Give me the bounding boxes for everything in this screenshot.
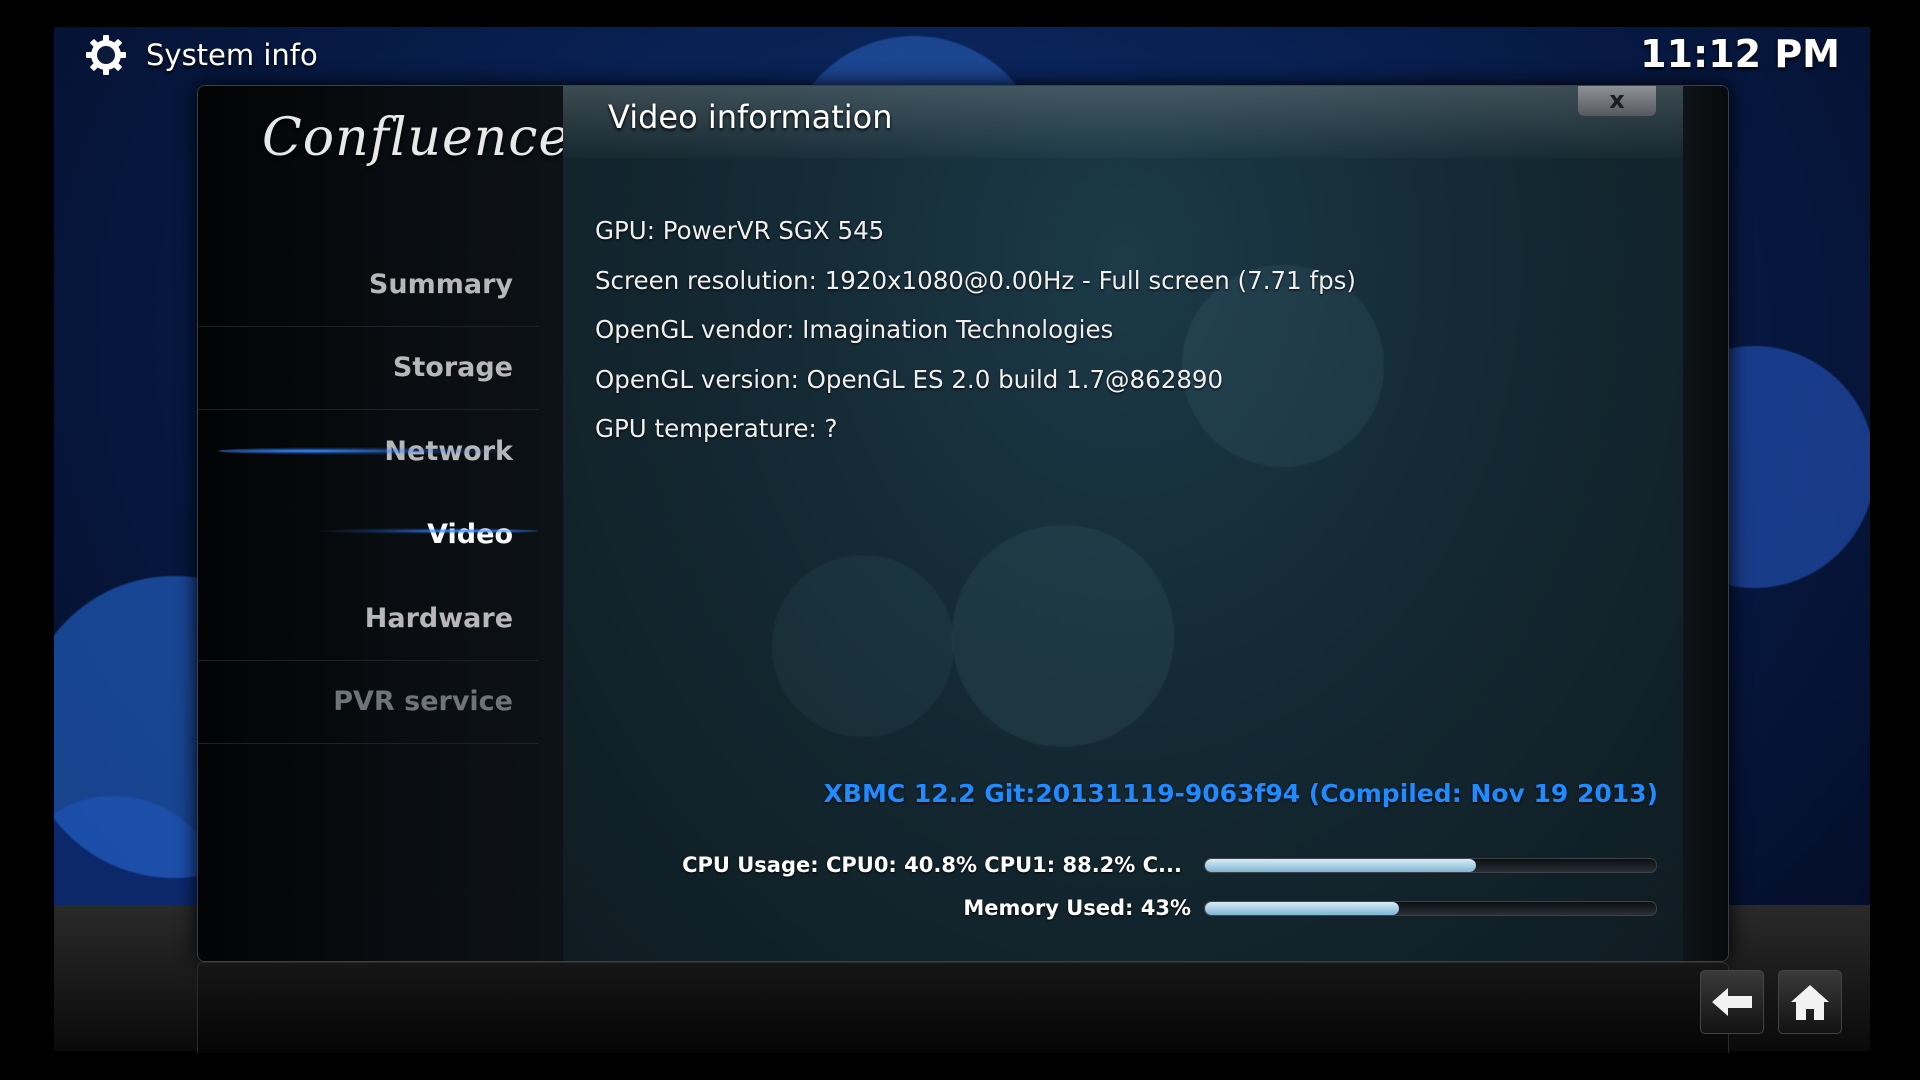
gear-icon [86, 35, 126, 75]
back-arrow-icon [1712, 988, 1752, 1016]
cpu-usage-fill [1205, 859, 1476, 872]
sidebar-item-label: Hardware [364, 603, 513, 634]
section-title: Video information [608, 98, 893, 136]
sidebar-item-label: Video [427, 519, 513, 550]
nav-highlight-bottom [318, 528, 538, 534]
info-line-gpu-temperature: GPU temperature: ? [595, 414, 838, 443]
close-icon: x [1609, 86, 1625, 114]
close-button[interactable]: x [1578, 86, 1656, 116]
home-icon [1791, 985, 1829, 1020]
sidebar-item-label: PVR service [333, 686, 513, 717]
back-button[interactable] [1700, 970, 1764, 1034]
sidebar: Confluence Summary Storage Network Video… [198, 86, 569, 961]
sidebar-item-storage[interactable]: Storage [198, 327, 538, 410]
scrollbar[interactable] [1683, 86, 1728, 961]
cpu-usage-label: CPU Usage: CPU0: 40.8% CPU1: 88.2% C... [682, 853, 1182, 877]
system-info-dialog: Confluence Summary Storage Network Video… [197, 85, 1729, 962]
info-line-gpu: GPU: PowerVR SGX 545 [595, 216, 885, 245]
logo: Confluence [262, 108, 571, 168]
clock: 11:12 PM [1640, 32, 1840, 76]
sidebar-item-hardware[interactable]: Hardware [198, 578, 538, 661]
memory-used-bar [1204, 901, 1657, 916]
sidebar-item-label: Summary [368, 269, 513, 300]
info-line-resolution: Screen resolution: 1920x1080@0.00Hz - Fu… [595, 266, 1356, 295]
sidebar-item-summary[interactable]: Summary [198, 244, 538, 327]
nav-highlight-top [218, 447, 518, 455]
sidebar-item-video[interactable]: Video [198, 494, 538, 576]
info-line-opengl-version: OpenGL version: OpenGL ES 2.0 build 1.7@… [595, 365, 1224, 394]
memory-used-label: Memory Used: 43% [963, 896, 1191, 920]
sidebar-item-pvr-service[interactable]: PVR service [198, 661, 538, 744]
home-button[interactable] [1778, 970, 1842, 1034]
memory-used-fill [1205, 902, 1399, 915]
info-line-opengl-vendor: OpenGL vendor: Imagination Technologies [595, 315, 1114, 344]
footer-panel [197, 962, 1729, 1053]
sidebar-item-label: Storage [392, 352, 513, 383]
window-title: System info [146, 38, 318, 72]
cpu-usage-bar [1204, 858, 1657, 873]
version-label: XBMC 12.2 Git:20131119-9063f94 (Compiled… [823, 779, 1658, 808]
